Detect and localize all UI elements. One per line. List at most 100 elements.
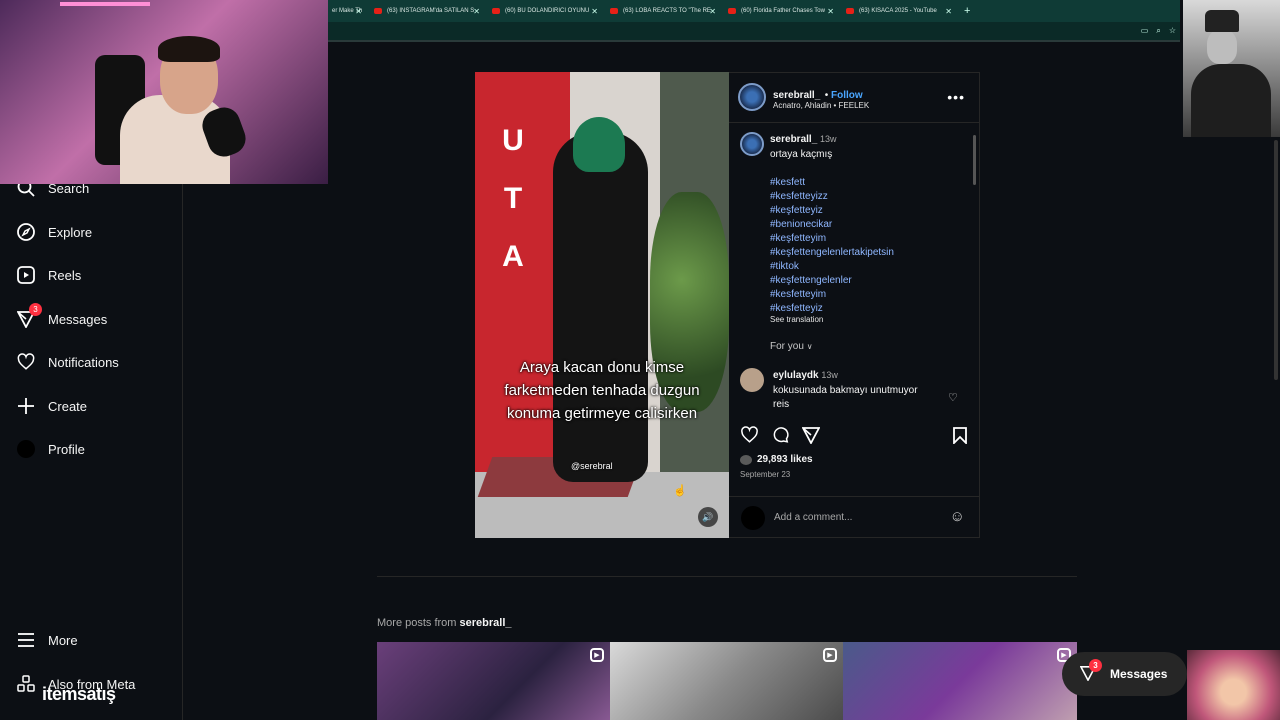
comment-icon[interactable]: [771, 426, 790, 449]
like-icon[interactable]: [740, 425, 759, 449]
address-bar-icons: ▭ ⌕ ☆: [1141, 26, 1176, 36]
youtube-icon: [728, 8, 736, 14]
add-comment-input[interactable]: Add a comment...: [774, 512, 852, 523]
reel-icon: ▶: [823, 648, 837, 662]
hashtag[interactable]: #kesfetteyim: [770, 288, 894, 302]
post-video[interactable]: U T A Araya kacan donu kimse farketmeden…: [475, 72, 729, 538]
hashtag[interactable]: #tiktok: [770, 260, 894, 274]
mouse-cursor: ☝: [673, 485, 687, 497]
see-translation-link[interactable]: See translation: [770, 315, 823, 324]
hamburger-icon: [16, 630, 36, 650]
tab-label: (60) BU DOLANDIRICI OYUNU: [505, 8, 590, 14]
video-watermark: @serebral: [571, 461, 613, 471]
share-icon[interactable]: [801, 426, 821, 449]
video-caption-overlay: Araya kacan donu kimse farketmeden tenha…: [504, 359, 700, 422]
browser-tab[interactable]: er Make Th ✕: [328, 0, 368, 22]
caption-text: ortaya kaçmış: [770, 149, 833, 160]
sidebar-item-label: Create: [48, 398, 88, 414]
floating-messages-button[interactable]: 3 Messages: [1062, 652, 1187, 696]
hashtag[interactable]: #keşfetteyim: [770, 232, 894, 246]
youtube-icon: [846, 8, 854, 14]
youtube-icon: [374, 8, 382, 14]
star-icon[interactable]: ☆: [1169, 26, 1176, 36]
comments-list[interactable]: serebrall_ 13w ortaya kaçmış #kesfett #k…: [729, 124, 979, 414]
caption-time: 13w: [820, 134, 837, 144]
bookmark-icon[interactable]: [953, 427, 967, 449]
chevron-down-icon: ∨: [806, 342, 813, 351]
more-options-icon[interactable]: •••: [947, 89, 965, 105]
zoom-icon[interactable]: ⌕: [1156, 26, 1160, 36]
hashtag[interactable]: #kesfett: [770, 176, 894, 190]
like-comment-icon[interactable]: ♡: [948, 391, 958, 404]
sidebar-item-explore[interactable]: Explore: [16, 222, 92, 242]
page-scrollbar[interactable]: [1274, 140, 1278, 380]
hashtag[interactable]: #kesfetteyizz: [770, 190, 894, 204]
browser-tab[interactable]: (63) KISACA 2025 - YouTube ✕: [840, 0, 958, 22]
sidebar-item-notifications[interactable]: Notifications: [16, 352, 119, 372]
follow-button[interactable]: Follow: [831, 90, 863, 101]
youtube-icon: [492, 8, 500, 14]
comment-text: kokusunada bakmayı unutmuyor reis: [773, 385, 918, 410]
close-icon[interactable]: ✕: [827, 7, 834, 16]
comment-time: 13w: [821, 370, 838, 380]
cat-overlay-image: [1187, 650, 1280, 720]
close-icon[interactable]: ✕: [355, 7, 362, 16]
sidebar-item-more[interactable]: More: [16, 630, 78, 650]
post-thumbnail[interactable]: ▶: [377, 642, 610, 720]
reels-icon: [16, 265, 36, 285]
webcam-overlay: [0, 0, 328, 184]
sidebar-item-profile[interactable]: Profile: [16, 439, 85, 459]
sidebar-item-reels[interactable]: Reels: [16, 265, 81, 285]
author-username[interactable]: serebrall_: [773, 90, 820, 101]
close-icon[interactable]: ✕: [591, 7, 598, 16]
tab-label: (63) LOBA REACTS TO "The RE: [623, 8, 711, 14]
sidebar-item-label: Reels: [48, 267, 82, 283]
profile-avatar: [16, 439, 36, 459]
hashtag[interactable]: #keşfetteyiz: [770, 204, 894, 218]
address-bar[interactable]: ▭ ⌕ ☆: [328, 22, 1180, 42]
close-icon[interactable]: ✕: [473, 7, 480, 16]
likes-count[interactable]: 29,893 likes: [740, 454, 813, 465]
post-details-panel: serebrall_ • Follow Acnatro, Ahladin • F…: [729, 72, 980, 538]
reel-icon: ▶: [590, 648, 604, 662]
sidebar-item-label: Messages: [48, 311, 108, 327]
sidebar-item-label: Profile: [48, 441, 85, 457]
for-you-dropdown[interactable]: For you ∨: [770, 341, 813, 352]
more-posts-username[interactable]: serebrall_: [460, 617, 512, 629]
sidebar-item-messages[interactable]: 3 Messages: [16, 303, 108, 329]
emoji-icon[interactable]: ☺: [950, 508, 965, 525]
heart-icon: [16, 352, 36, 372]
browser-tab[interactable]: (63) INSTAGRAM'da SATILAN S ✕: [368, 0, 486, 22]
close-icon[interactable]: ✕: [709, 7, 716, 16]
commenter-avatar[interactable]: [740, 368, 764, 392]
author-avatar[interactable]: [740, 132, 764, 156]
close-icon[interactable]: ✕: [945, 7, 952, 16]
post-thumbnail[interactable]: ▶: [610, 642, 843, 720]
volume-icon[interactable]: 🔊: [698, 507, 718, 527]
browser-tab[interactable]: (60) BU DOLANDIRICI OYUNU ✕: [486, 0, 604, 22]
caption-username[interactable]: serebrall_: [770, 134, 817, 145]
sidebar-item-create[interactable]: Create: [16, 396, 87, 416]
caption-header: serebrall_ 13w: [770, 134, 837, 145]
messenger-icon: 3: [1079, 658, 1102, 684]
hashtag[interactable]: #kesfetteyiz: [770, 302, 894, 316]
post-actions: [740, 425, 970, 449]
browser-tab[interactable]: (60) Florida Father Chases Tow ✕: [722, 0, 840, 22]
more-posts-heading: More posts from serebrall_: [377, 617, 512, 629]
hashtag[interactable]: #benionecikar: [770, 218, 894, 232]
new-tab-button[interactable]: +: [964, 5, 970, 17]
portrait-overlay: [1183, 0, 1280, 137]
comment-username[interactable]: eylulaydk: [773, 370, 819, 381]
browser-tab[interactable]: (63) LOBA REACTS TO "The RE ✕: [604, 0, 722, 22]
notification-badge: 3: [29, 303, 42, 316]
post-thumbnail[interactable]: ▶: [843, 642, 1077, 720]
hashtag[interactable]: #keşfettengelenlertakipetsin: [770, 246, 894, 260]
screen: er Make Th ✕ (63) INSTAGRAM'da SATILAN S ✕…: [0, 0, 1280, 720]
hashtag[interactable]: #keşfettengelenler: [770, 274, 894, 288]
cast-icon[interactable]: ▭: [1141, 26, 1149, 36]
sidebar-item-label: More: [48, 632, 78, 648]
author-avatar[interactable]: [738, 83, 766, 111]
comments-scrollbar[interactable]: [973, 135, 976, 185]
plus-icon: [16, 396, 36, 416]
post-location[interactable]: Acnatro, Ahladin • FEELEK: [773, 101, 869, 110]
